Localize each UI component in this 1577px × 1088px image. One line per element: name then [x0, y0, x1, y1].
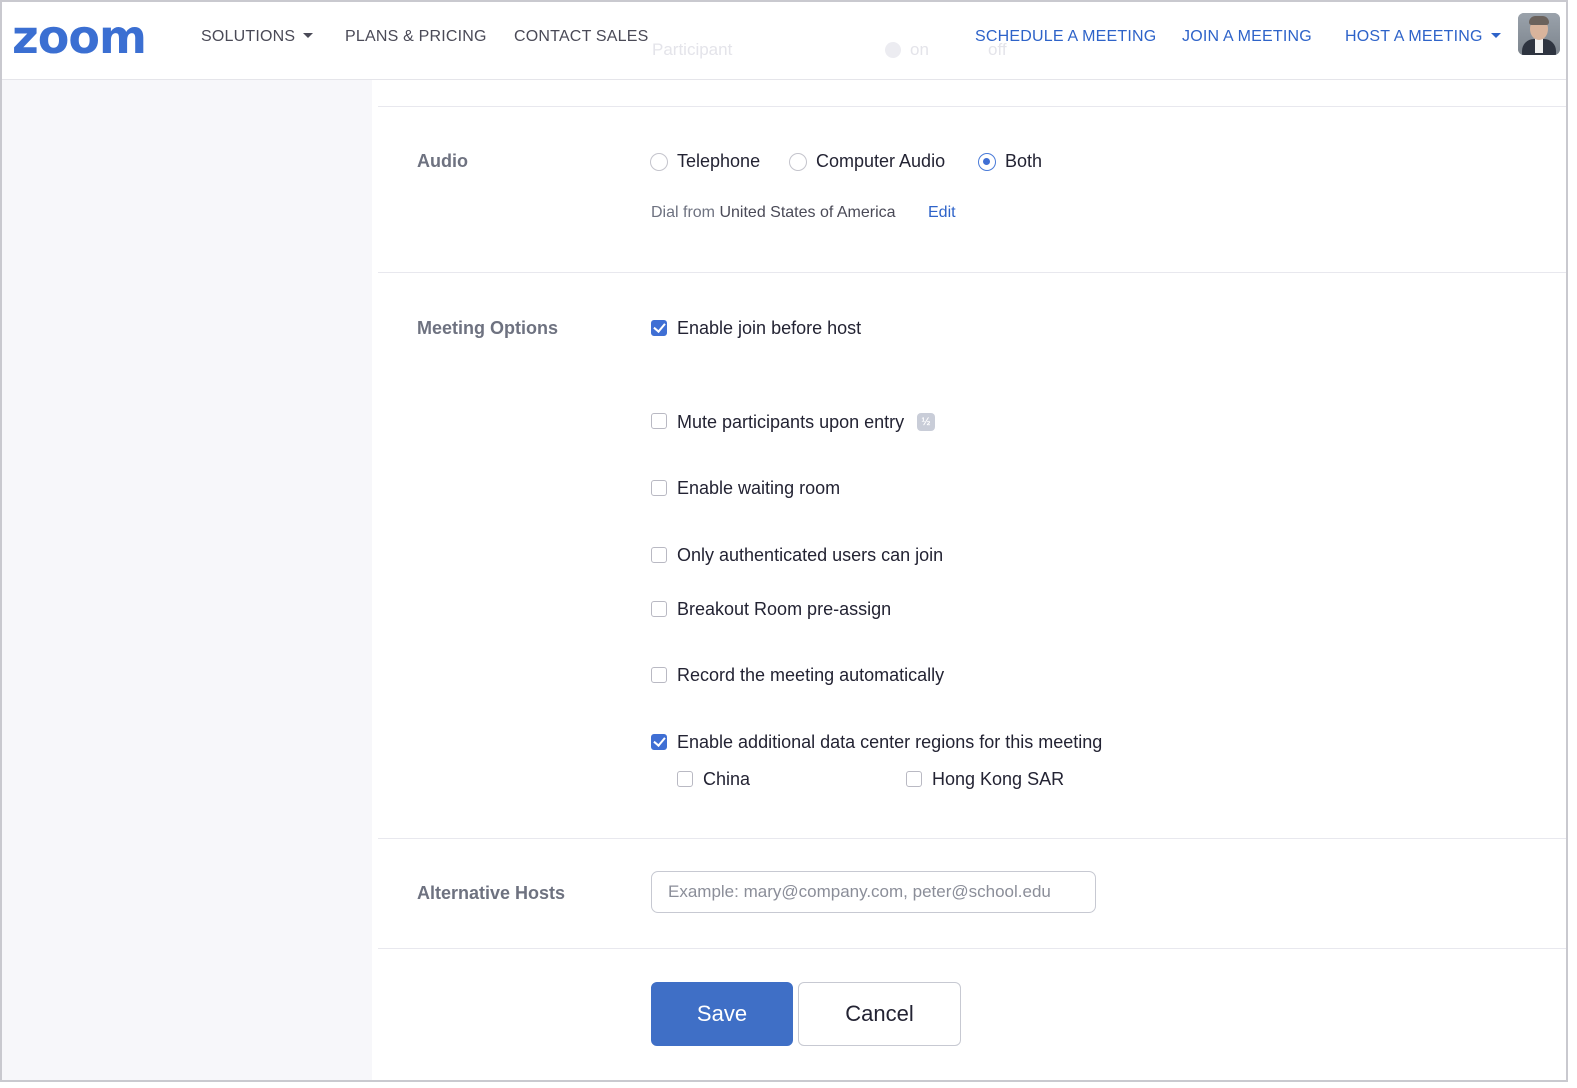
telephone-radio[interactable] — [650, 153, 668, 171]
auto-record-checkbox[interactable] — [651, 667, 667, 683]
breakout-preassign-checkbox[interactable] — [651, 601, 667, 617]
cancel-button[interactable]: Cancel — [798, 982, 961, 1046]
behind-on-text: on — [910, 40, 929, 59]
behind-participant-text: Participant — [652, 40, 733, 59]
mute-on-entry-checkbox[interactable] — [651, 413, 667, 429]
nav-join-meeting[interactable]: JOIN A MEETING — [1182, 28, 1312, 46]
edit-dial-link[interactable]: Edit — [928, 204, 956, 222]
avatar-hair — [1529, 16, 1549, 25]
audio-section-label: Audio — [417, 151, 468, 171]
both-radio[interactable] — [978, 153, 996, 171]
waiting-room-checkbox[interactable] — [651, 480, 667, 496]
user-avatar[interactable] — [1518, 13, 1560, 55]
nav-contact-sales[interactable]: CONTACT SALES — [514, 28, 648, 46]
nav-host-meeting[interactable]: HOST A MEETING — [1345, 28, 1501, 46]
dial-country: United States of America — [719, 204, 896, 221]
region-china-label[interactable]: China — [703, 769, 750, 790]
chevron-down-icon — [1490, 33, 1501, 39]
nav-plans-pricing[interactable]: PLANS & PRICING — [345, 28, 487, 46]
alternative-hosts-section-label: Alternative Hosts — [417, 883, 566, 903]
left-sidebar-area — [2, 80, 372, 1080]
nav-host-meeting-label: HOST A MEETING — [1345, 28, 1483, 45]
nav-schedule-meeting[interactable]: SCHEDULE A MEETING — [975, 28, 1156, 46]
region-hong-kong-checkbox[interactable] — [906, 771, 922, 787]
authenticated-users-label[interactable]: Only authenticated users can join — [677, 545, 943, 566]
join-before-host-checkbox[interactable] — [651, 320, 667, 336]
both-label[interactable]: Both — [1005, 151, 1042, 172]
page-frame: zoom Participant on off SOLUTIONS PLANS … — [0, 0, 1568, 1082]
top-nav-bar: zoom Participant on off SOLUTIONS PLANS … — [2, 2, 1566, 80]
auto-record-label[interactable]: Record the meeting automatically — [677, 665, 944, 686]
avatar-shirt — [1535, 39, 1543, 53]
data-center-regions-checkbox[interactable] — [651, 734, 667, 750]
meeting-options-section-label: Meeting Options — [417, 318, 558, 338]
section-divider — [378, 272, 1566, 273]
data-center-regions-label[interactable]: Enable additional data center regions fo… — [677, 732, 1102, 753]
section-divider — [378, 948, 1566, 949]
dial-from-text: Dial from United States of America — [651, 204, 896, 222]
save-button[interactable]: Save — [651, 982, 793, 1046]
join-before-host-label[interactable]: Enable join before host — [677, 318, 861, 339]
logo-text: zoom — [12, 10, 147, 64]
section-divider — [378, 106, 1566, 107]
settings-panel — [372, 80, 1566, 1080]
waiting-room-label[interactable]: Enable waiting room — [677, 478, 840, 499]
alternative-hosts-input[interactable] — [651, 871, 1096, 913]
behind-radio-icon — [885, 42, 901, 58]
dial-from-prefix: Dial from — [651, 204, 716, 221]
chevron-down-icon — [303, 33, 314, 39]
zoom-logo[interactable]: zoom — [12, 10, 147, 64]
region-china-checkbox[interactable] — [677, 771, 693, 787]
mute-on-entry-label[interactable]: Mute participants upon entry — [677, 412, 904, 433]
computer-audio-radio[interactable] — [789, 153, 807, 171]
authenticated-users-checkbox[interactable] — [651, 547, 667, 563]
breakout-preassign-label[interactable]: Breakout Room pre-assign — [677, 599, 891, 620]
nav-solutions-label: SOLUTIONS — [201, 28, 296, 45]
half-icon: ½ — [917, 413, 935, 431]
telephone-label[interactable]: Telephone — [677, 151, 760, 172]
computer-audio-label[interactable]: Computer Audio — [816, 151, 945, 172]
region-hong-kong-label[interactable]: Hong Kong SAR — [932, 769, 1064, 790]
nav-solutions[interactable]: SOLUTIONS — [201, 28, 314, 46]
section-divider — [378, 838, 1566, 839]
